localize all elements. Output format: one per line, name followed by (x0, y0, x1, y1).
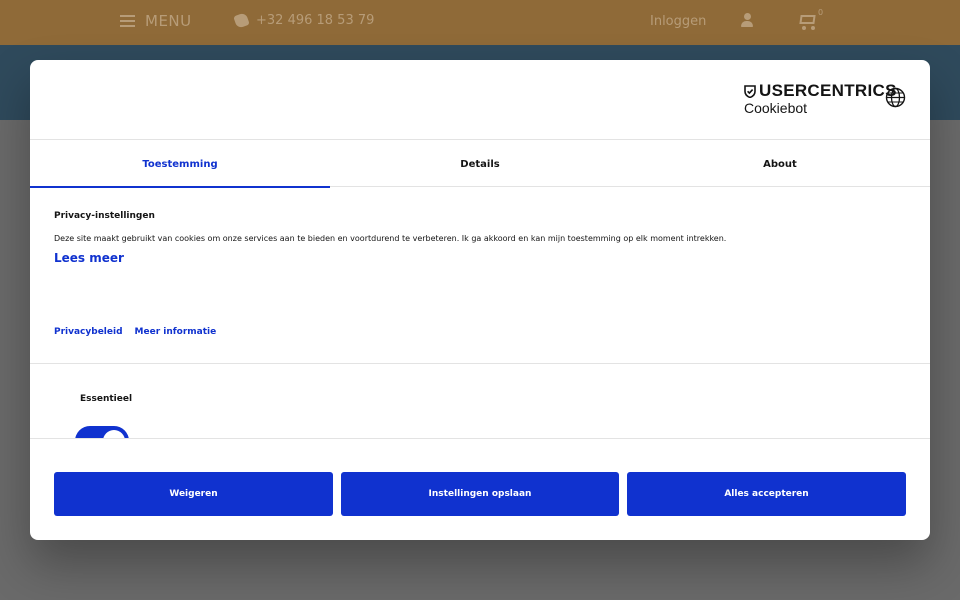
dialog-footer: Weigeren Instellingen opslaan Alles acce… (30, 440, 930, 540)
more-info-link[interactable]: Meer informatie (135, 327, 217, 337)
toggle-knob (103, 430, 125, 438)
read-more-link[interactable]: Lees meer (54, 251, 124, 265)
tab-details[interactable]: Details (330, 141, 630, 187)
cart-icon[interactable] (797, 12, 819, 30)
policy-links: Privacybeleid Meer informatie (54, 327, 216, 337)
save-settings-button[interactable]: Instellingen opslaan (341, 472, 619, 516)
category-label: Essentieel (80, 394, 133, 404)
cookiebot-logo: USERCENTRICS Cookiebot (744, 81, 897, 117)
site-header: MENU +32 496 18 53 79 Inloggen 0 (0, 0, 960, 45)
phone-number: +32 496 18 53 79 (256, 13, 375, 28)
consent-text: Deze site maakt gebruikt van cookies om … (54, 234, 727, 243)
tab-consent[interactable]: Toestemming (30, 141, 330, 188)
privacy-policy-link[interactable]: Privacybeleid (54, 327, 123, 337)
menu-label: MENU (145, 12, 192, 30)
deny-button[interactable]: Weigeren (54, 472, 333, 516)
phone-icon (233, 12, 250, 29)
globe-icon[interactable] (885, 87, 906, 108)
cookie-category-essential: Essentieel (30, 365, 930, 439)
user-icon[interactable] (741, 13, 753, 28)
shield-icon (744, 84, 756, 98)
phone-link[interactable]: +32 496 18 53 79 (233, 12, 375, 29)
brand-product: Cookiebot (744, 100, 808, 116)
menu-button[interactable]: MENU (120, 12, 192, 30)
cart-count-badge: 0 (818, 8, 824, 17)
dialog-header: USERCENTRICS Cookiebot (30, 60, 930, 140)
accept-all-button[interactable]: Alles accepteren (627, 472, 906, 516)
cookie-consent-dialog: USERCENTRICS Cookiebot Toestemming Detai… (30, 60, 930, 540)
consent-panel: Privacy-instellingen Deze site maakt geb… (30, 188, 930, 364)
consent-title: Privacy-instellingen (54, 211, 155, 221)
essential-toggle[interactable] (75, 426, 129, 438)
login-link[interactable]: Inloggen (650, 14, 706, 29)
brand-name: USERCENTRICS (759, 81, 897, 100)
dialog-tabs: Toestemming Details About (30, 141, 930, 188)
tab-about[interactable]: About (630, 141, 930, 187)
hamburger-icon (120, 15, 135, 27)
